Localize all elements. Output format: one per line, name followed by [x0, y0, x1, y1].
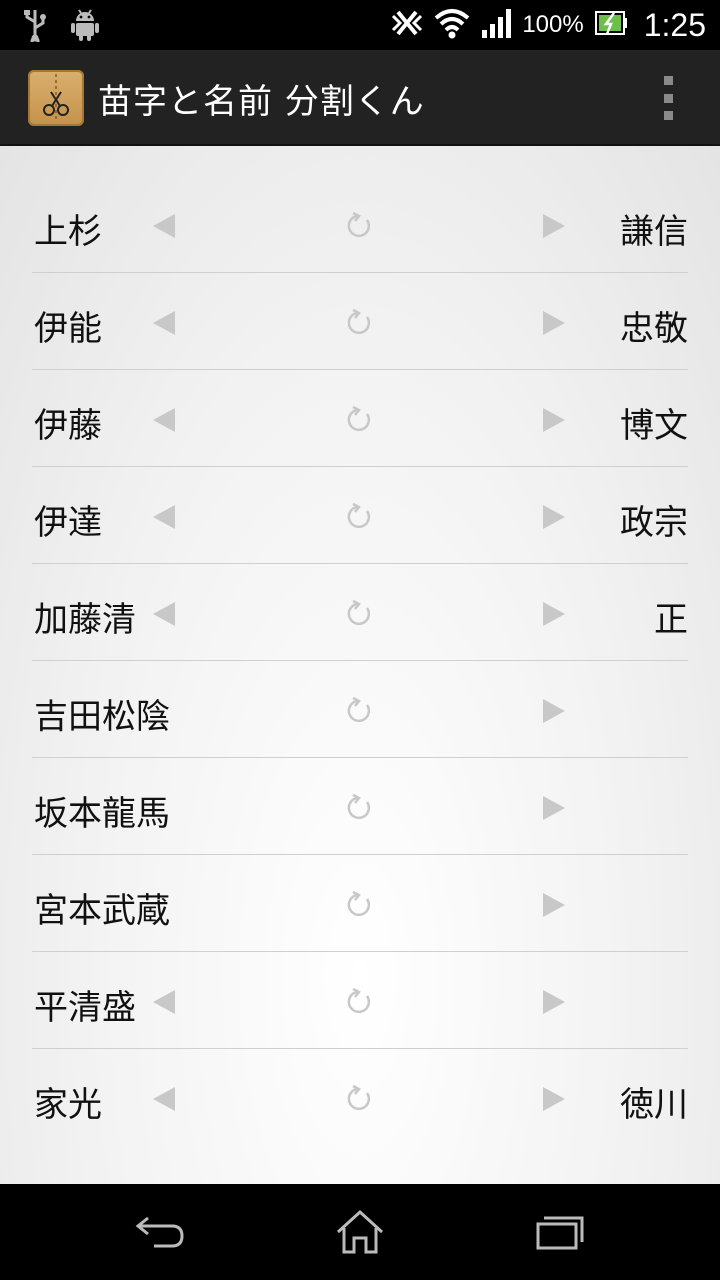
- scissors-icon: [43, 74, 69, 122]
- given-name-label: 忠敬: [620, 309, 688, 349]
- surname-label: 吉田松陰: [34, 697, 170, 737]
- shift-right-arrow-icon[interactable]: [534, 691, 574, 731]
- shift-right-arrow-icon[interactable]: [534, 497, 574, 537]
- nfc-off-icon: [390, 6, 424, 44]
- shift-right-arrow-icon[interactable]: [534, 788, 574, 828]
- reset-icon[interactable]: [340, 982, 380, 1022]
- name-row: 加藤清 正: [32, 564, 688, 661]
- battery-percent: 100%: [522, 11, 584, 38]
- name-row: 吉田松陰: [32, 661, 688, 758]
- navigation-bar: [0, 1184, 720, 1280]
- app-title: 苗字と名前 分割くん: [98, 82, 425, 122]
- reset-icon[interactable]: [340, 691, 380, 731]
- recent-apps-icon[interactable]: [532, 1208, 588, 1256]
- surname-label: 伊能: [34, 309, 102, 349]
- name-row: 宮本武蔵: [32, 855, 688, 952]
- given-name-label: 博文: [620, 406, 688, 446]
- reset-icon[interactable]: [340, 303, 380, 343]
- surname-label: 家光: [34, 1085, 102, 1125]
- battery-icon: [594, 9, 628, 41]
- name-list: 上杉 謙信伊能 忠敬伊藤 博文伊達 政宗加藤清 正吉田松陰坂本龍馬宮本武蔵平清盛家光 徳川: [32, 176, 688, 1146]
- surname-label: 伊藤: [34, 406, 102, 446]
- reset-icon[interactable]: [340, 400, 380, 440]
- reset-icon[interactable]: [340, 885, 380, 925]
- shift-left-arrow-icon[interactable]: [144, 400, 184, 440]
- reset-icon[interactable]: [340, 497, 380, 537]
- content-area: 上杉 謙信伊能 忠敬伊藤 博文伊達 政宗加藤清 正吉田松陰坂本龍馬宮本武蔵平清盛家光 徳川: [0, 146, 720, 1184]
- surname-label: 平清盛: [34, 988, 136, 1028]
- shift-right-arrow-icon[interactable]: [534, 885, 574, 925]
- reset-icon[interactable]: [340, 594, 380, 634]
- shift-left-arrow-icon[interactable]: [144, 497, 184, 537]
- shift-left-arrow-icon[interactable]: [144, 982, 184, 1022]
- surname-label: 伊達: [34, 503, 102, 543]
- screen: 100% 1:25 苗字と名前 分割くん 上杉 謙信 伊能 忠敬 伊藤 博文 伊…: [0, 0, 720, 1280]
- shift-right-arrow-icon[interactable]: [534, 206, 574, 246]
- reset-icon[interactable]: [340, 206, 380, 246]
- reset-icon[interactable]: [340, 1079, 380, 1119]
- name-row: 家光 徳川: [32, 1049, 688, 1146]
- back-icon[interactable]: [132, 1208, 188, 1256]
- name-row: 伊藤 博文: [32, 370, 688, 467]
- surname-label: 加藤清: [34, 600, 136, 640]
- android-debug-icon: [70, 8, 100, 46]
- surname-label: 上杉: [34, 212, 102, 252]
- shift-right-arrow-icon[interactable]: [534, 400, 574, 440]
- shift-left-arrow-icon[interactable]: [144, 206, 184, 246]
- status-right-icons: 100% 1:25: [390, 0, 706, 50]
- shift-left-arrow-icon[interactable]: [144, 303, 184, 343]
- surname-label: 坂本龍馬: [34, 794, 170, 834]
- shift-right-arrow-icon[interactable]: [534, 303, 574, 343]
- status-left-icons: [22, 8, 100, 46]
- status-bar: 100% 1:25: [0, 0, 720, 50]
- name-row: 平清盛: [32, 952, 688, 1049]
- home-icon[interactable]: [332, 1208, 388, 1256]
- shift-left-arrow-icon[interactable]: [144, 594, 184, 634]
- shift-right-arrow-icon[interactable]: [534, 982, 574, 1022]
- reset-icon[interactable]: [340, 788, 380, 828]
- wifi-icon: [434, 6, 470, 44]
- action-bar: 苗字と名前 分割くん: [0, 50, 720, 146]
- clock: 1:25: [643, 6, 706, 43]
- given-name-label: 正: [654, 600, 688, 640]
- usb-icon: [22, 8, 48, 46]
- surname-label: 宮本武蔵: [34, 891, 170, 931]
- app-icon: [28, 70, 84, 126]
- signal-icon: [480, 6, 512, 44]
- given-name-label: 徳川: [620, 1085, 688, 1125]
- shift-right-arrow-icon[interactable]: [534, 1079, 574, 1119]
- name-row: 伊達 政宗: [32, 467, 688, 564]
- given-name-label: 政宗: [620, 503, 688, 543]
- name-row: 伊能 忠敬: [32, 273, 688, 370]
- overflow-menu-icon[interactable]: [656, 76, 680, 120]
- shift-left-arrow-icon[interactable]: [144, 1079, 184, 1119]
- given-name-label: 謙信: [620, 212, 688, 252]
- name-row: 坂本龍馬: [32, 758, 688, 855]
- shift-right-arrow-icon[interactable]: [534, 594, 574, 634]
- name-row: 上杉 謙信: [32, 176, 688, 273]
